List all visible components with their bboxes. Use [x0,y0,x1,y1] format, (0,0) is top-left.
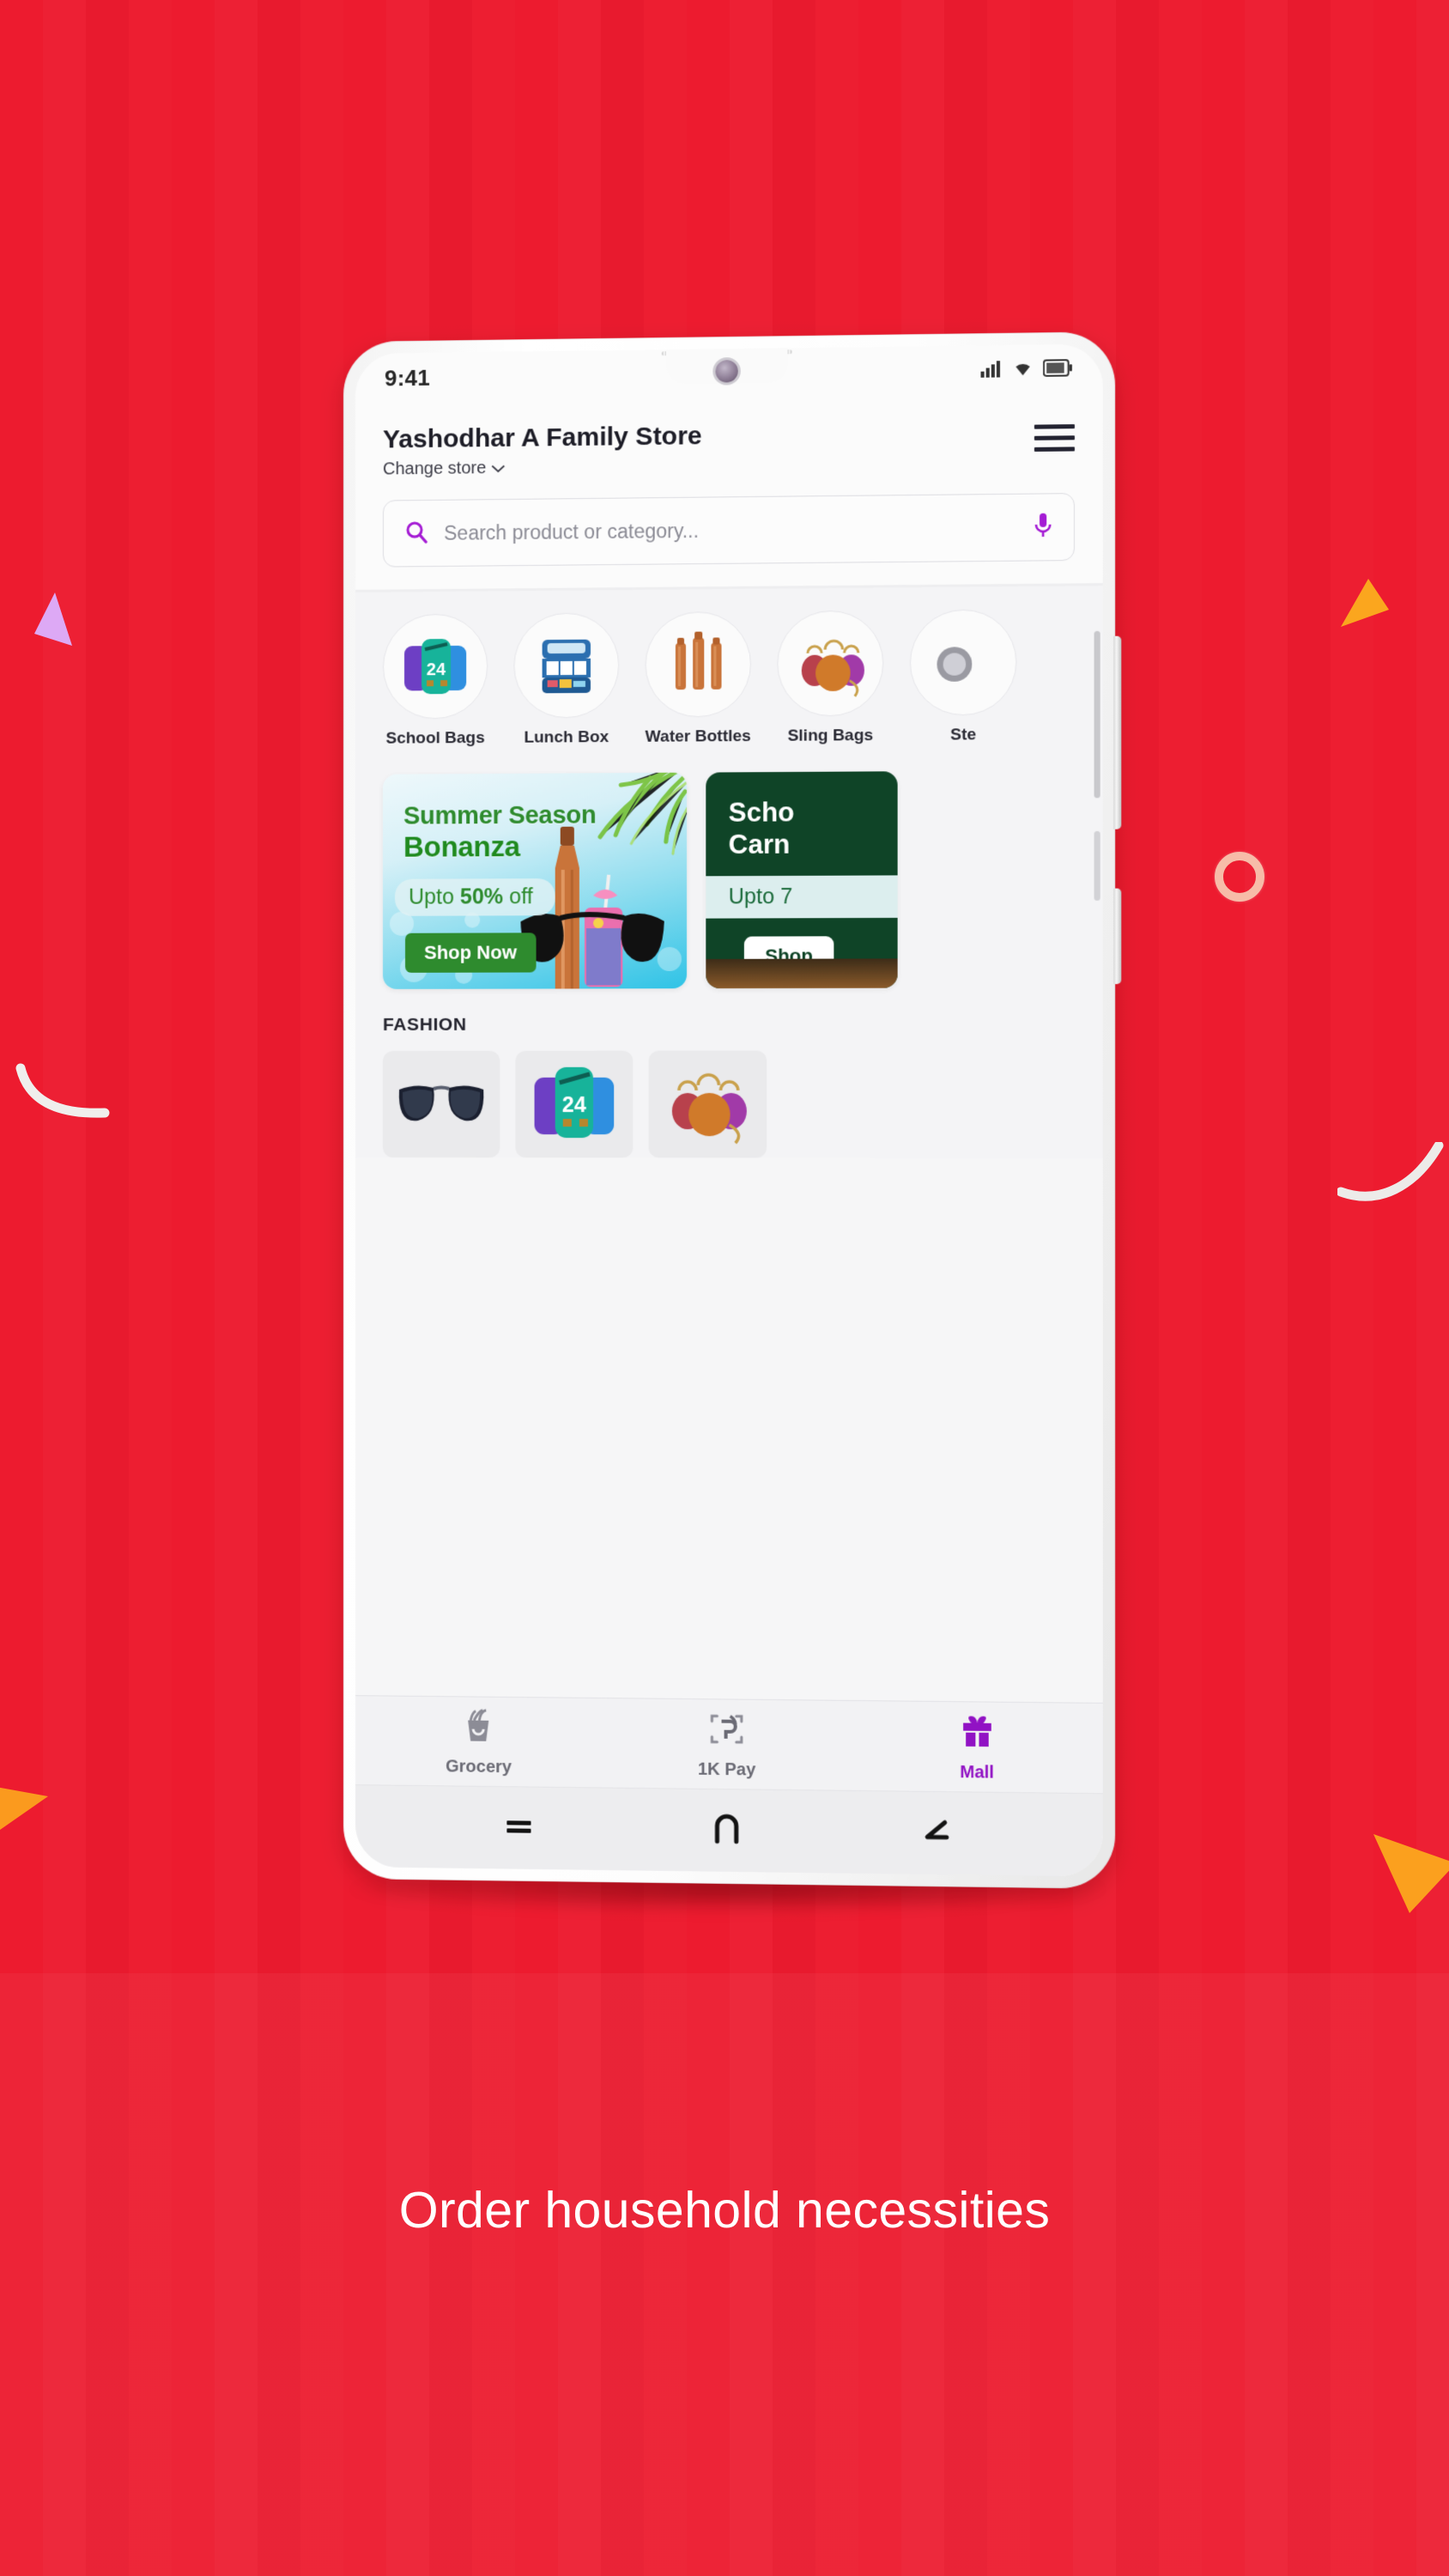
page-scrollbar[interactable] [1094,630,1100,799]
recents-button[interactable] [501,1813,536,1844]
category-item-sling-bags[interactable]: Sling Bags [777,610,884,746]
change-store-label: Change store [382,459,487,479]
category-label: School Bags [385,728,485,748]
svg-text:24: 24 [427,660,446,679]
banner-title: Summer Season Bonanza [403,800,596,864]
nav-item-1k-pay[interactable]: 1K Pay [603,1698,852,1790]
banner-title-line2: Carn [728,829,791,860]
category-label: Ste [949,726,977,744]
triangle-orange-bottom-right-icon [1373,1827,1449,1922]
android-navigation-bar[interactable] [355,1784,1103,1877]
store-info: Yashodhar A Family Store Change store [383,422,702,479]
banner-offer-suffix: off [503,884,533,909]
school-bags-icon: 24 [382,613,488,720]
arc-white-right-icon [1337,1142,1449,1219]
sling-bags-icon [777,610,884,717]
fashion-heading: FASHION [382,1014,467,1035]
volume-button[interactable] [1113,635,1122,829]
banner-title-line1: Scho [728,797,795,828]
steel-icon [909,609,1017,716]
back-button[interactable] [919,1816,954,1850]
nav-label: Mall [960,1762,994,1783]
banner-offer: Upto 50% off [395,878,555,916]
nav-item-mall[interactable]: Mall [852,1701,1103,1793]
fashion-tile-sunglasses[interactable] [382,1050,500,1158]
wifi-icon [1011,359,1034,381]
bottom-navigation[interactable]: Grocery 1K Pay Mall [355,1695,1103,1794]
battery-icon [1043,359,1073,381]
banner-title: Scho Carn [729,796,795,860]
banner-desk-strip [706,958,898,989]
search-input[interactable]: Search product or category... [382,493,1075,568]
school-bags-icon: 24 [528,1058,621,1151]
fashion-tiles[interactable]: 24 [382,1050,1103,1158]
category-strip[interactable]: 24 School Bags Lunch Box Water Bottles S… [355,586,1103,764]
sunglasses-icon [394,1078,488,1129]
grocery-basket-icon [458,1706,498,1751]
svg-text:24: 24 [562,1092,586,1116]
arc-white-left-icon [15,1063,110,1123]
category-label: Sling Bags [787,726,874,745]
app-header: Yashodhar A Family Store Change store [355,394,1103,489]
phone-mockup: 9:41 Yashodhar A Family Store Change sto… [343,331,1122,1889]
status-icons [979,359,1072,382]
fashion-tile-sling-bags[interactable] [648,1050,767,1158]
banner-offer-prefix: Upto [409,884,460,909]
banner-offer-value: 50% [459,884,504,909]
page-scrollbar-secondary[interactable] [1094,830,1100,901]
screenshot-stage: 9:41 Yashodhar A Family Store Change sto… [0,0,1449,2576]
category-label: Water Bottles [645,726,751,746]
home-button[interactable] [709,1812,743,1850]
change-store-button[interactable]: Change store [383,456,702,479]
fashion-section: FASHION 24 [355,1008,1103,1158]
water-bottles-icon [645,611,751,718]
store-name: Yashodhar A Family Store [382,422,702,454]
category-item-school-bags[interactable]: 24 School Bags [382,613,488,749]
triangle-orange-bottom-left-icon [0,1767,77,1844]
nav-item-grocery[interactable]: Grocery [355,1696,603,1787]
phonepe-scan-icon [706,1709,747,1753]
category-label: Lunch Box [524,727,609,747]
category-item-water-bottles[interactable]: Water Bottles [645,611,751,747]
triangle-lavender-icon [19,584,79,653]
lunch-box-icon [513,612,620,719]
status-time: 9:41 [384,364,430,391]
banner-offer-value: 7 [780,884,793,909]
background-lower-band [0,1973,1449,2576]
ring-peach-icon [1215,852,1264,902]
signal-icon [979,360,1003,382]
category-item-lunch-box[interactable]: Lunch Box [513,612,620,748]
power-button[interactable] [1113,888,1122,985]
nav-label: Grocery [446,1756,512,1777]
search-section: Search product or category... [355,480,1103,590]
gift-box-icon [957,1711,997,1756]
promo-banner-carousel[interactable]: Summer Season Bonanza Upto 50% off Shop … [355,759,1103,1010]
hamburger-menu-icon[interactable] [1034,424,1075,452]
shop-now-button[interactable]: Shop Now [405,933,537,973]
sling-bags-icon [660,1060,755,1148]
banner-offer: Upto 7 [706,875,898,919]
banner-title-line2: Bonanza [403,830,520,863]
category-item-steel[interactable]: Ste [909,609,1017,745]
promo-banner-school-carnival[interactable]: Scho Carn Upto 7 Shop [706,771,898,989]
nav-label: 1K Pay [697,1759,756,1779]
search-icon [404,519,428,547]
search-placeholder: Search product or category... [444,519,700,544]
microphone-icon[interactable] [1034,511,1053,544]
phone-screen: 9:41 Yashodhar A Family Store Change sto… [355,343,1103,1877]
banner-title-line1: Summer Season [403,801,597,830]
promo-banner-summer-bonanza[interactable]: Summer Season Bonanza Upto 50% off Shop … [382,772,688,989]
chevron-down-icon [491,459,505,478]
promo-caption: Order household necessities [398,2182,1051,2239]
triangle-orange-top-right-icon [1336,567,1397,635]
banner-offer-prefix: Upto [728,884,781,909]
fashion-tile-school-bags[interactable]: 24 [515,1050,634,1158]
